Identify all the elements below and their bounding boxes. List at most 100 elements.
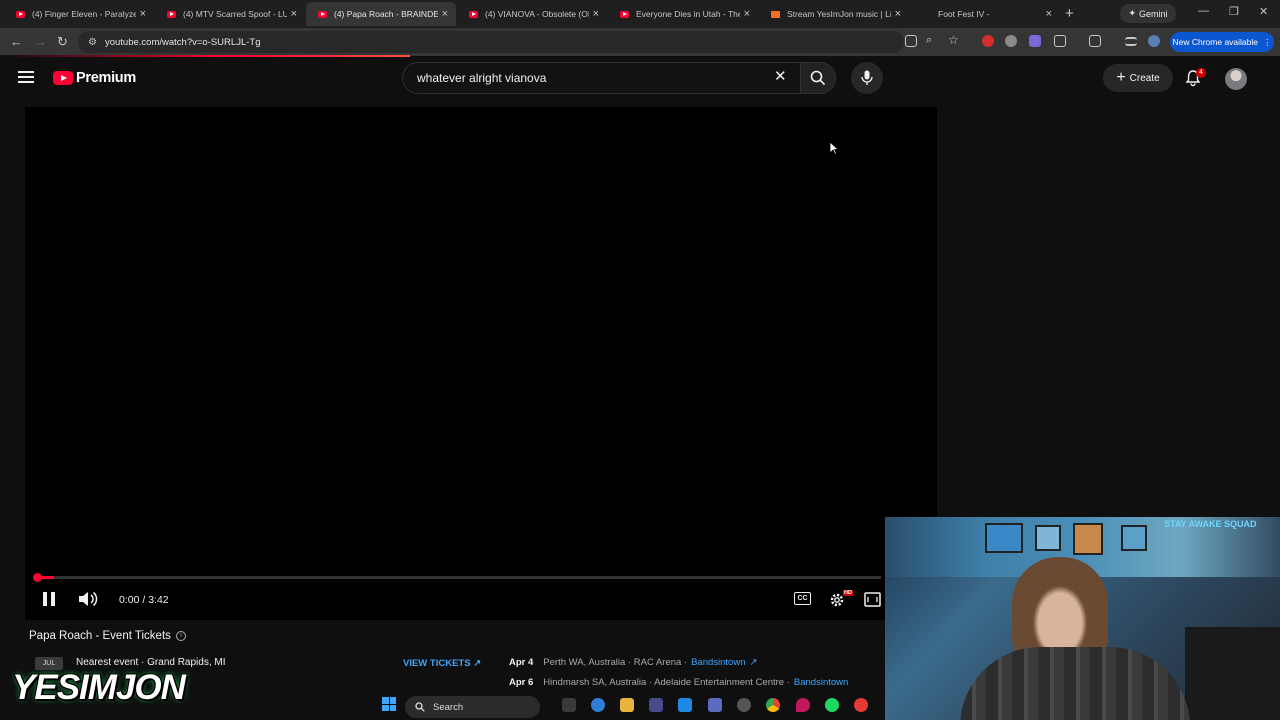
recording-app-icon[interactable] (854, 698, 868, 712)
volume-icon[interactable] (78, 590, 98, 608)
site-info-icon[interactable]: ⚙ (88, 37, 97, 48)
chrome-update-label: New Chrome available (1172, 37, 1258, 47)
close-tab-icon[interactable]: × (140, 8, 146, 20)
bookmark-star-icon[interactable]: ☆ (948, 33, 959, 47)
reload-icon[interactable]: ↻ (57, 34, 68, 50)
restore-icon[interactable]: ❐ (1229, 5, 1239, 18)
subtitles-cc-icon[interactable]: CC (794, 592, 811, 605)
video-time-display: 0:00 / 3:42 (119, 594, 169, 606)
browser-tab[interactable]: (4) Finger Eleven - Paralyzer ( × (4, 2, 154, 26)
side-panel-icon[interactable] (1089, 35, 1101, 47)
view-tickets-link[interactable]: VIEW TICKETS ↗ (403, 658, 481, 669)
more-menu-icon: ⋮ (1263, 36, 1272, 47)
browser-tab-active[interactable]: (4) Papa Roach - BRAINDE × (306, 2, 456, 26)
streamer-name-overlay: YESIMJON (12, 668, 186, 707)
voice-search-button[interactable] (851, 62, 883, 94)
sparkle-icon: ✦ (1128, 8, 1137, 18)
account-avatar[interactable] (1225, 68, 1247, 90)
youtube-masthead: Premium ✕ + Create 4 (0, 57, 1280, 101)
extension-red-icon[interactable] (982, 35, 994, 47)
event-place: Hindmarsh SA, Australia · Adelaide Enter… (543, 677, 790, 688)
studio-equipment (1185, 627, 1280, 720)
wall-poster (1121, 525, 1147, 551)
close-tab-icon[interactable]: × (593, 8, 599, 20)
file-explorer-icon[interactable] (620, 698, 634, 712)
event-list-item[interactable]: Apr 4 Perth WA, Australia · RAC Arena · Ba… (509, 657, 757, 668)
taskbar-search[interactable]: Search (405, 696, 540, 718)
browser-tab[interactable]: (4) MTV Scarred Spoof - LURI × (155, 2, 305, 26)
search-input[interactable] (415, 70, 755, 86)
back-arrow-icon[interactable]: ← (10, 34, 23, 49)
search-box (402, 62, 802, 94)
event-list-item[interactable]: Apr 6 Hindmarsh SA, Australia · Adelaide … (509, 677, 848, 688)
scrubber-handle[interactable] (33, 573, 42, 582)
soundcloud-favicon-icon (771, 10, 780, 18)
tab-title: (4) Finger Eleven - Paralyzer ( (32, 9, 136, 19)
plus-icon: + (1116, 69, 1126, 86)
browser-tab[interactable]: Everyone Dies in Utah - The C × (608, 2, 758, 26)
profile-icon[interactable] (1148, 35, 1160, 47)
browser-tab-strip: (4) Finger Eleven - Paralyzer ( × (4) MT… (0, 0, 1280, 28)
bandsintown-link[interactable]: Bandsintown (794, 677, 848, 688)
new-tab-icon[interactable]: + (1065, 5, 1074, 22)
tab-title: Foot Fest IV - (938, 9, 990, 19)
youtube-play-logo-icon (53, 71, 73, 85)
task-view-icon[interactable] (562, 698, 576, 712)
reading-list-icon[interactable] (1125, 37, 1137, 46)
store-icon[interactable] (649, 698, 663, 712)
streamer-body (960, 647, 1190, 720)
external-link-icon: ↗ (749, 657, 758, 668)
forward-arrow-icon[interactable]: → (34, 34, 47, 49)
url-text: youtube.com/watch?v=o-SURLJL-Tg (104, 36, 261, 48)
close-tab-icon[interactable]: × (1046, 8, 1052, 20)
video-progress-bar[interactable] (37, 576, 881, 579)
browser-tab[interactable]: (4) VIANOVA - Obsolete (OFF × (457, 2, 607, 26)
create-button[interactable]: + Create (1103, 64, 1173, 92)
wall-poster (1073, 523, 1103, 555)
close-tab-icon[interactable]: × (895, 8, 901, 20)
mail-icon[interactable] (678, 698, 692, 712)
clear-search-icon[interactable]: ✕ (774, 67, 787, 85)
youtube-favicon-icon (318, 10, 327, 18)
info-icon[interactable]: i (176, 631, 186, 641)
zoom-icon[interactable]: ⌕ (926, 34, 932, 47)
browser-tab[interactable]: Foot Fest IV - × (910, 2, 1060, 26)
pause-icon[interactable] (42, 590, 56, 608)
search-button[interactable] (800, 62, 836, 94)
chrome-update-button[interactable]: New Chrome available ⋮ (1170, 32, 1274, 52)
extension-purple-icon[interactable] (1029, 35, 1041, 47)
gemini-button[interactable]: ✦ Gemini (1120, 4, 1176, 23)
maps-pin-icon[interactable] (796, 698, 810, 712)
menu-hamburger-icon[interactable] (18, 71, 34, 83)
event-tickets-heading: Papa Roach - Event Tickets (29, 630, 171, 642)
blank-favicon-icon (922, 11, 931, 18)
video-player[interactable] (25, 107, 937, 620)
youtube-favicon-icon (16, 10, 25, 18)
address-bar[interactable]: ⚙ youtube.com/watch?v=o-SURLJL-Tg (78, 31, 904, 53)
theater-mode-icon[interactable] (864, 592, 881, 607)
close-tab-icon[interactable]: × (744, 8, 750, 20)
copilot-icon[interactable] (591, 698, 605, 712)
close-tab-icon[interactable]: × (442, 8, 448, 20)
extension-gray-icon[interactable] (1005, 35, 1017, 47)
minimize-icon[interactable]: — (1198, 5, 1209, 17)
cast-icon[interactable] (905, 35, 917, 47)
chrome-icon[interactable] (766, 698, 780, 712)
browser-toolbar: ← → ↻ ⚙ youtube.com/watch?v=o-SURLJL-Tg … (0, 28, 1280, 56)
youtube-premium-logo[interactable]: Premium (53, 70, 136, 86)
close-tab-icon[interactable]: × (291, 8, 297, 20)
taskbar-search-icon (415, 702, 425, 712)
media-app-icon[interactable] (737, 698, 751, 712)
gemini-label: Gemini (1139, 8, 1168, 19)
app-icon[interactable] (708, 698, 722, 712)
bandsintown-link[interactable]: Bandsintown (691, 657, 745, 668)
spotify-icon[interactable] (825, 698, 839, 712)
youtube-favicon-icon (167, 10, 176, 18)
browser-tab[interactable]: Stream YesImJon music | Liste × (759, 2, 909, 26)
extensions-puzzle-icon[interactable] (1054, 35, 1066, 47)
create-label: Create (1129, 72, 1160, 84)
event-place: Perth WA, Australia · RAC Arena · (543, 657, 688, 668)
windows-start-icon[interactable] (382, 697, 396, 711)
close-window-icon[interactable]: ✕ (1259, 5, 1268, 18)
event-date: Apr 4 (509, 657, 534, 668)
